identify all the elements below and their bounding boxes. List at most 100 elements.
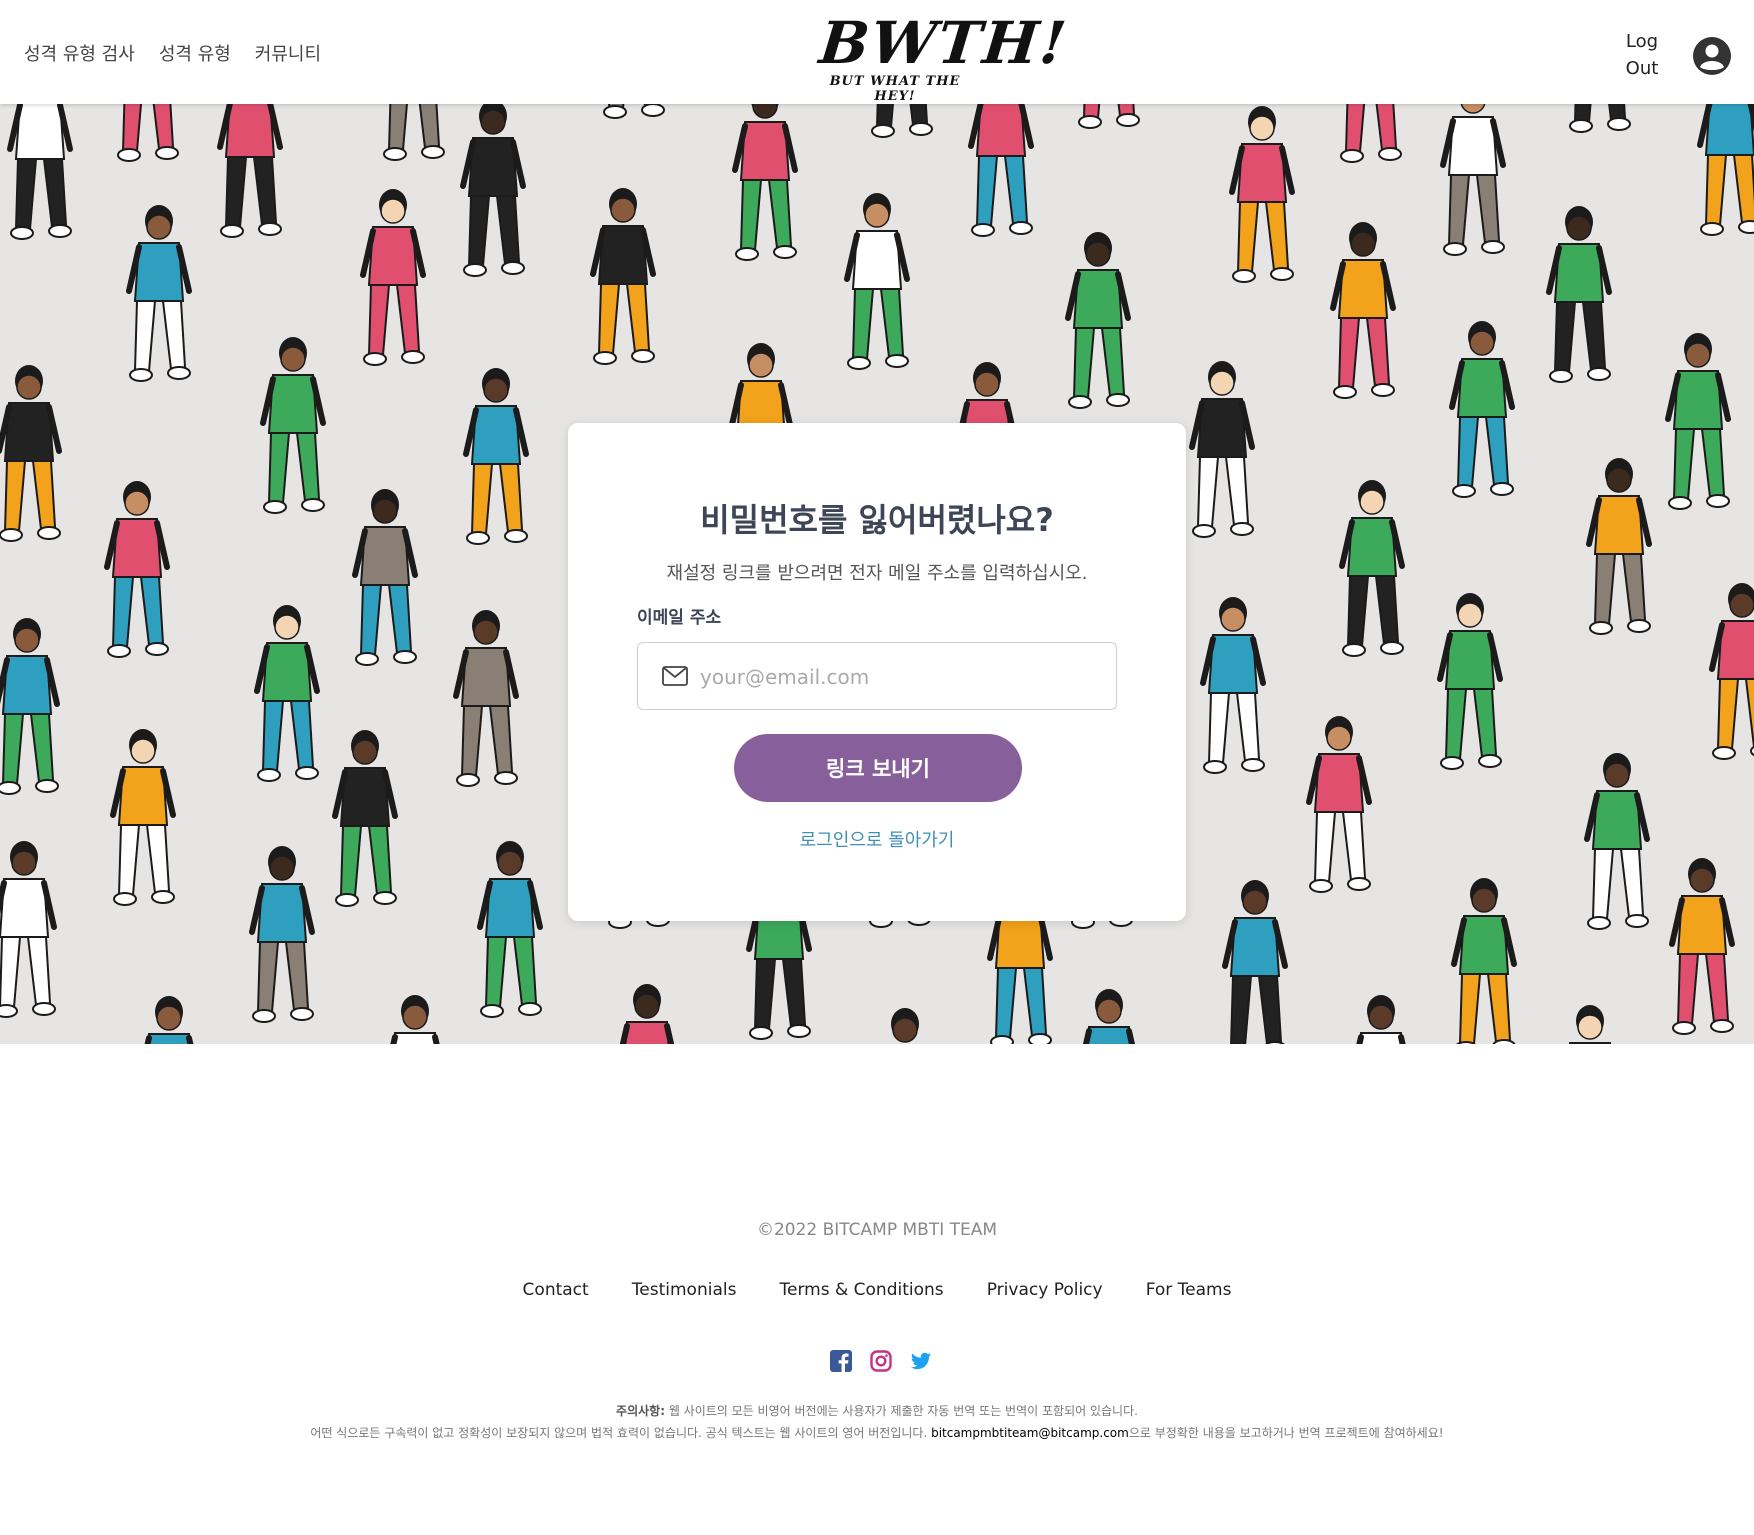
walking-person <box>352 489 418 666</box>
person-head <box>1685 342 1711 368</box>
person-shirt <box>1704 104 1754 156</box>
person-shoe <box>480 1004 504 1018</box>
person-leg <box>1472 688 1498 759</box>
person-shoe <box>37 526 61 540</box>
person-shirt <box>1236 143 1288 203</box>
person-shoe <box>1549 369 1573 383</box>
person-shoe <box>1232 269 1256 283</box>
person-shirt <box>1676 895 1728 955</box>
person-shoe <box>1230 522 1254 536</box>
footer-link-terms[interactable]: Terms & Conditions <box>780 1280 944 1300</box>
person-leg <box>1704 953 1730 1024</box>
facebook-icon[interactable] <box>830 1350 852 1372</box>
person-leg <box>1224 456 1250 527</box>
user-avatar-icon[interactable] <box>1693 37 1731 75</box>
person-shoe <box>113 892 137 906</box>
person-shoe <box>1589 621 1613 635</box>
walking-person <box>260 337 326 514</box>
person-shirt <box>111 518 163 578</box>
person-head <box>1368 1004 1394 1030</box>
person-head <box>610 197 636 223</box>
person-leg <box>1236 201 1260 273</box>
person-leg <box>359 584 383 656</box>
walking-person <box>1451 878 1517 1044</box>
person-shirt <box>467 137 519 197</box>
walking-person <box>390 995 440 1044</box>
email-input[interactable] <box>698 643 1102 711</box>
person-head <box>1457 602 1483 628</box>
person-leg <box>1676 953 1700 1025</box>
person-shoe <box>1452 484 1476 498</box>
person-leg <box>1621 553 1647 624</box>
person-leg <box>879 288 905 359</box>
person-shoe <box>1192 524 1216 538</box>
person-leg <box>1235 692 1261 763</box>
person-shoe <box>373 891 397 905</box>
person-shoe <box>1478 754 1502 768</box>
logout-button[interactable]: Log Out <box>1620 28 1664 82</box>
walking-person <box>463 368 529 545</box>
person-leg <box>1100 327 1126 398</box>
person-leg <box>261 700 285 772</box>
logo-wordmark: BWTH! <box>816 9 1072 77</box>
person-leg <box>284 941 310 1012</box>
person-shoe <box>10 226 34 240</box>
person-shirt <box>851 230 903 290</box>
person-shirt <box>359 526 411 586</box>
person-shirt <box>267 374 319 434</box>
instagram-icon[interactable] <box>870 1350 892 1372</box>
email-input-wrapper[interactable] <box>637 642 1117 711</box>
person-head <box>1085 241 1111 267</box>
footer-link-contact[interactable]: Contact <box>523 1280 589 1300</box>
person-shoe <box>1700 222 1724 236</box>
walking-person <box>217 104 283 238</box>
person-leg <box>152 104 175 151</box>
walking-person <box>1229 106 1295 283</box>
person-leg <box>1344 104 1366 153</box>
person-shoe <box>32 1002 56 1016</box>
person-leg <box>1341 811 1367 882</box>
person-head <box>892 1017 918 1043</box>
person-shoe <box>1380 641 1404 655</box>
person-head <box>1359 489 1385 515</box>
send-link-button[interactable]: 링크 보내기 <box>734 734 1022 802</box>
person-leg <box>909 104 929 127</box>
person-shoe <box>463 263 487 277</box>
walking-person <box>1340 104 1402 163</box>
nav-personality-test[interactable]: 성격 유형 검사 <box>24 40 135 66</box>
person-head <box>124 490 150 516</box>
disclaimer-bold-label: 주의사항: <box>616 1404 666 1418</box>
translation-disclaimer: 주의사항: 웹 사이트의 모든 비영어 버전에는 사용자가 제출한 자동 번역 … <box>0 1400 1754 1444</box>
disclaimer-email-link[interactable]: bitcampmbtiteam@bitcamp.com <box>931 1426 1129 1440</box>
person-head <box>1577 1014 1603 1040</box>
person-shoe <box>501 261 525 275</box>
person-shoe <box>1009 221 1033 235</box>
footer-link-for-teams[interactable]: For Teams <box>1146 1280 1232 1300</box>
person-head <box>1689 867 1715 893</box>
logo-tagline: BUT WHAT THE HEY! <box>829 74 961 104</box>
person-arm <box>619 1023 630 1044</box>
person-leg <box>767 179 793 250</box>
person-shirt <box>1444 630 1496 690</box>
walking-person <box>1697 104 1754 236</box>
nav-personality-types[interactable]: 성격 유형 <box>159 40 231 66</box>
disclaimer-line-1: 주의사항: 웹 사이트의 모든 비영어 버전에는 사용자가 제출한 자동 번역 … <box>0 1400 1754 1422</box>
back-to-login-link[interactable]: 로그인으로 돌아가기 <box>568 826 1186 852</box>
walking-person <box>0 365 62 542</box>
footer-link-privacy[interactable]: Privacy Policy <box>987 1280 1103 1300</box>
person-leg <box>625 283 651 354</box>
person-leg <box>418 104 441 150</box>
person-leg <box>1337 317 1361 389</box>
walking-person <box>460 104 526 277</box>
person-shoe <box>393 650 417 664</box>
forgot-password-card: 비밀번호를 잃어버렸나요? 재설정 링크를 받으려면 전자 메일 주소를 입력하… <box>568 423 1186 921</box>
person-head <box>280 346 306 372</box>
nav-community[interactable]: 커뮤니티 <box>255 40 321 66</box>
person-head <box>269 855 295 881</box>
person-shirt <box>1553 243 1605 303</box>
twitter-icon[interactable] <box>910 1350 932 1372</box>
walking-person <box>453 610 519 787</box>
footer-link-testimonials[interactable]: Testimonials <box>632 1280 737 1300</box>
person-leg <box>498 463 524 534</box>
site-logo[interactable]: BWTH! BUT WHAT THE HEY! <box>816 9 1071 104</box>
